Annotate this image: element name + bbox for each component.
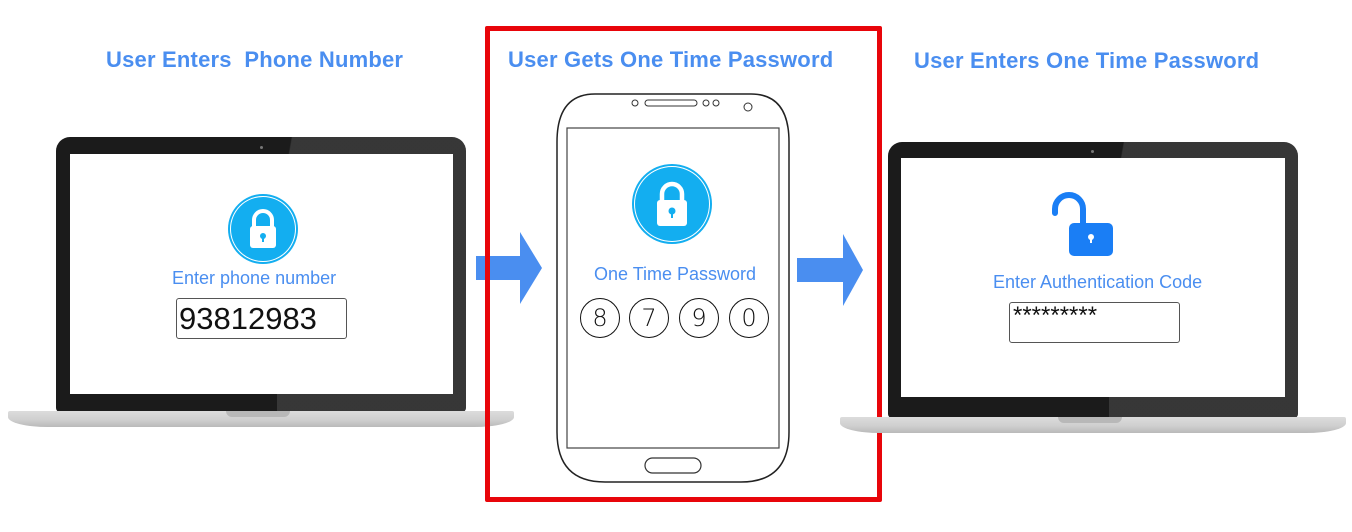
auth-code-input[interactable]: ********* [1009, 302, 1180, 343]
arrow-right-icon [797, 234, 863, 306]
phone-number-input[interactable]: 93812983 [176, 298, 347, 339]
lock-closed-icon [230, 196, 296, 262]
otp-digit: 9 [679, 298, 719, 338]
laptop-left-screen: Enter phone number 93812983 [70, 154, 453, 394]
step-3-heading: User Enters One Time Password [914, 48, 1260, 73]
otp-digit: 0 [729, 298, 769, 338]
otp-digit: 7 [629, 298, 669, 338]
smartphone [556, 93, 790, 483]
enter-auth-code-label: Enter Authentication Code [993, 272, 1203, 292]
laptop-left-camera [260, 146, 263, 149]
otp-digit: 8 [580, 298, 620, 338]
lock-open-icon [1052, 192, 1113, 256]
enter-phone-label: Enter phone number [172, 268, 337, 288]
laptop-right-notch [1058, 417, 1122, 423]
laptop-right-camera [1091, 150, 1094, 153]
otp-label: One Time Password [594, 264, 757, 284]
step-1-heading: User Enters Phone Number [106, 47, 404, 72]
laptop-left-notch [226, 411, 290, 417]
laptop-right-screen: Enter Authentication Code ********* [901, 158, 1285, 397]
lock-closed-icon [634, 166, 710, 242]
